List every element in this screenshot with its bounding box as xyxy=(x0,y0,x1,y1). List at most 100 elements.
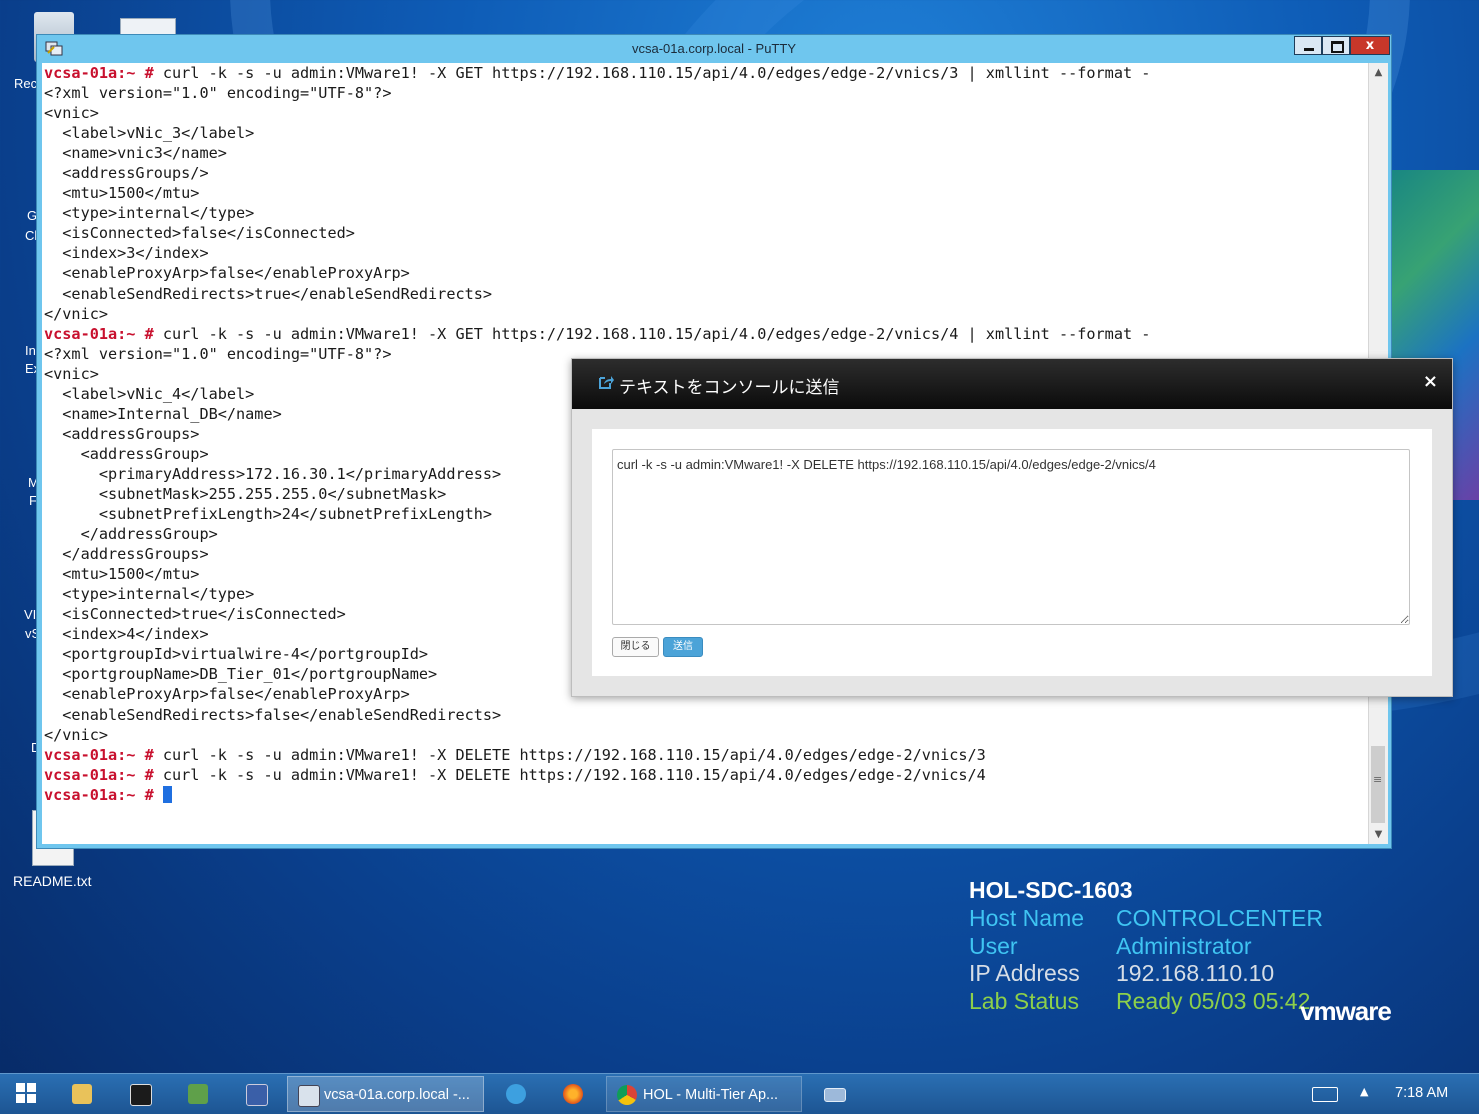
terminal-line: <index>3</index> xyxy=(42,243,1368,263)
terminal-line: </vnic> xyxy=(42,304,1368,324)
taskbar-file-explorer[interactable] xyxy=(60,1076,106,1112)
share-icon xyxy=(599,376,614,389)
terminal-line: vcsa-01a:~ # curl -k -s -u admin:VMware1… xyxy=(42,765,1368,785)
terminal-text: <enableSendRedirects>true</enableSendRed… xyxy=(44,284,493,303)
taskbar-putty[interactable]: vcsa-01a.corp.local -... xyxy=(287,1076,484,1112)
scroll-up-arrow-icon[interactable]: ▲ xyxy=(1369,63,1388,82)
terminal-text: <isConnected>true</isConnected> xyxy=(44,605,346,624)
folder-icon xyxy=(72,1084,92,1104)
terminal-text: <isConnected>false</isConnected> xyxy=(44,224,355,243)
dialog-close-icon[interactable]: × xyxy=(1423,371,1438,392)
terminal-text: <type>internal</type> xyxy=(44,204,255,223)
terminal-text: <addressGroup> xyxy=(44,444,209,463)
text-cursor xyxy=(162,785,172,803)
terminal-text: <portgroupName>DB_Tier_01</portgroupName… xyxy=(44,665,438,684)
terminal-line: vcsa-01a:~ # curl -k -s -u admin:VMware1… xyxy=(42,63,1368,83)
console-text-input[interactable]: curl -k -s -u admin:VMware1! -X DELETE h… xyxy=(612,449,1410,625)
taskbar-firefox[interactable] xyxy=(551,1076,597,1112)
taskbar-powershell[interactable] xyxy=(234,1076,280,1112)
terminal-text: <?xml version="1.0" encoding="UTF-8"?> xyxy=(44,344,392,363)
info-key: IP Address xyxy=(969,960,1080,986)
taskbar-keyboard[interactable] xyxy=(812,1076,858,1112)
info-row-user: User Administrator xyxy=(969,933,1251,961)
scrollbar-thumb[interactable] xyxy=(1371,746,1385,823)
terminal-text: </vnic> xyxy=(44,725,109,744)
terminal-text: <label>vNic_4</label> xyxy=(44,384,255,403)
terminal-text: <subnetMask>255.255.255.0</subnetMask> xyxy=(44,484,447,503)
windows-logo-icon xyxy=(27,1083,36,1092)
terminal-text: <portgroupId>virtualwire-4</portgroupId> xyxy=(44,645,429,664)
terminal-text: <type>internal</type> xyxy=(44,585,255,604)
info-key: Host Name xyxy=(969,905,1085,931)
terminal-text: </addressGroups> xyxy=(44,545,209,564)
terminal-text: curl -k -s -u admin:VMware1! -X GET http… xyxy=(162,64,1151,82)
minimize-button[interactable] xyxy=(1294,36,1322,55)
keyboard-tray-icon[interactable] xyxy=(1312,1087,1338,1102)
shell-prompt: vcsa-01a:~ # xyxy=(44,745,163,764)
desktop-icon-label: In xyxy=(25,343,36,358)
info-row-lab-status: Lab Status Ready 05/03 05:42 xyxy=(969,987,1310,1016)
terminal-text: <addressGroups> xyxy=(44,424,200,443)
info-value: Ready 05/03 05:42 xyxy=(1116,987,1311,1014)
send-button[interactable]: 送信 xyxy=(663,637,703,657)
terminal-line: <?xml version="1.0" encoding="UTF-8"?> xyxy=(42,83,1368,103)
info-key: Lab Status xyxy=(969,987,1079,1014)
start-button[interactable] xyxy=(16,1083,36,1103)
taskbar-chrome[interactable]: HOL - Multi-Tier Ap... xyxy=(606,1076,802,1112)
terminal-text: curl -k -s -u admin:VMware1! -X DELETE h… xyxy=(162,765,986,784)
terminal-text: <enableProxyArp>false</enableProxyArp> xyxy=(44,685,410,704)
terminal-text: <index>3</index> xyxy=(44,244,209,263)
maximize-button[interactable] xyxy=(1322,36,1350,55)
powershell-icon xyxy=(246,1084,268,1106)
close-window-button[interactable]: x xyxy=(1350,36,1390,55)
terminal-text: <mtu>1500</mtu> xyxy=(44,184,200,203)
terminal-line: <addressGroups/> xyxy=(42,163,1368,183)
terminal-line: vcsa-01a:~ # curl -k -s -u admin:VMware1… xyxy=(42,324,1368,344)
terminal-text: curl -k -s -u admin:VMware1! -X GET http… xyxy=(162,324,1151,343)
terminal-text: <name>vnic3</name> xyxy=(44,144,227,163)
terminal-line: <isConnected>false</isConnected> xyxy=(42,223,1368,243)
taskbar-command-prompt[interactable] xyxy=(118,1076,164,1112)
terminal-text: <primaryAddress>172.16.30.1</primaryAddr… xyxy=(44,464,502,483)
taskbar-label: vcsa-01a.corp.local -... xyxy=(324,1087,470,1103)
terminal-line: </vnic> xyxy=(42,725,1368,745)
terminal-line: <type>internal</type> xyxy=(42,203,1368,223)
vmware-logo: vmware xyxy=(1300,996,1392,1026)
terminal-line: vcsa-01a:~ # xyxy=(42,785,1368,805)
terminal-text: </vnic> xyxy=(44,304,109,323)
terminal-line: <mtu>1500</mtu> xyxy=(42,183,1368,203)
dialog-header: テキストをコンソールに送信 × xyxy=(572,359,1452,409)
putty-titlebar[interactable]: vcsa-01a.corp.local - PuTTY x xyxy=(37,35,1391,62)
terminal-text: curl -k -s -u admin:VMware1! -X DELETE h… xyxy=(162,745,986,764)
send-text-dialog[interactable]: テキストをコンソールに送信 × curl -k -s -u admin:VMwa… xyxy=(571,358,1453,697)
windows-logo-icon xyxy=(16,1083,25,1092)
chrome-icon xyxy=(617,1085,637,1105)
terminal-text: <vnic> xyxy=(44,364,99,383)
terminal-text: <mtu>1500</mtu> xyxy=(44,565,200,584)
terminal-text: <subnetPrefixLength>24</subnetPrefixLeng… xyxy=(44,505,493,524)
putty-icon xyxy=(298,1085,320,1107)
taskbar-label: HOL - Multi-Tier Ap... xyxy=(643,1087,779,1103)
info-value: 192.168.110.10 xyxy=(1116,960,1275,986)
terminal-line: vcsa-01a:~ # curl -k -s -u admin:VMware1… xyxy=(42,745,1368,765)
terminal-line: <name>vnic3</name> xyxy=(42,143,1368,163)
taskbar-clock[interactable]: 7:18 AM xyxy=(1395,1085,1448,1101)
dialog-close-button[interactable]: 閉じる xyxy=(612,637,659,657)
taskbar-internet-explorer[interactable] xyxy=(494,1076,540,1112)
terminal-text: <addressGroups/> xyxy=(44,164,209,183)
shell-prompt: vcsa-01a:~ # xyxy=(44,64,163,82)
info-row-ip-address: IP Address 192.168.110.10 xyxy=(969,960,1274,988)
shell-prompt: vcsa-01a:~ # xyxy=(44,324,163,343)
desktop-icon-label: Rec xyxy=(14,76,38,91)
taskbar: vcsa-01a.corp.local -... HOL - Multi-Tie… xyxy=(0,1073,1479,1114)
terminal-text: <enableSendRedirects>false</enableSendRe… xyxy=(44,705,502,724)
show-hidden-icons-icon[interactable]: ▲ xyxy=(1360,1085,1368,1098)
desktop-icon-label: VI xyxy=(24,607,37,622)
taskbar-network-tool[interactable] xyxy=(176,1076,222,1112)
dialog-body: curl -k -s -u admin:VMware1! -X DELETE h… xyxy=(592,429,1432,676)
terminal-line: <vnic> xyxy=(42,103,1368,123)
keyboard-icon xyxy=(824,1088,846,1102)
terminal-icon xyxy=(130,1084,152,1106)
scroll-down-arrow-icon[interactable]: ▼ xyxy=(1369,825,1388,844)
info-row-host-name: Host Name CONTROLCENTER xyxy=(969,905,1323,933)
